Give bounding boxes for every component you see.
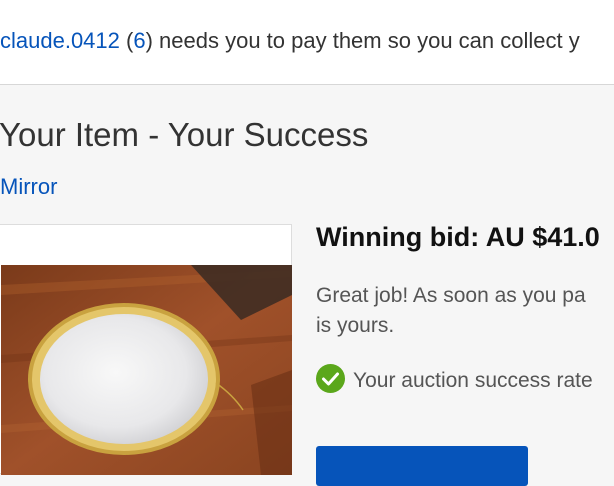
auction-success-rate-text: Your auction success rate [353,369,593,392]
page-title: Your Item - Your Success [0,116,369,153]
payment-notice-message: ) needs you to pay them so you can colle… [145,28,580,53]
paren-open: ( [119,28,134,53]
payment-message: Great job! As soon as you pa is yours. [316,281,614,341]
seller-name-link[interactable]: claude.0412 [0,28,120,53]
item-title-link[interactable]: Mirror [0,174,57,200]
item-photo[interactable] [1,265,292,475]
seller-feedback-score-link[interactable]: 6 [133,28,145,53]
winning-bid-label: Winning bid: AU $41.0 [316,222,600,252]
payment-message-line-1: Great job! As soon as you pa [316,284,586,307]
check-circle-icon [316,364,345,393]
payment-notice-text: claude.0412 (6) needs you to pay them so… [0,28,580,54]
pay-now-button[interactable] [316,446,528,486]
item-image-frame[interactable] [0,224,292,475]
payment-notice-banner: claude.0412 (6) needs you to pay them so… [0,0,614,85]
payment-message-line-2: is yours. [316,314,395,337]
